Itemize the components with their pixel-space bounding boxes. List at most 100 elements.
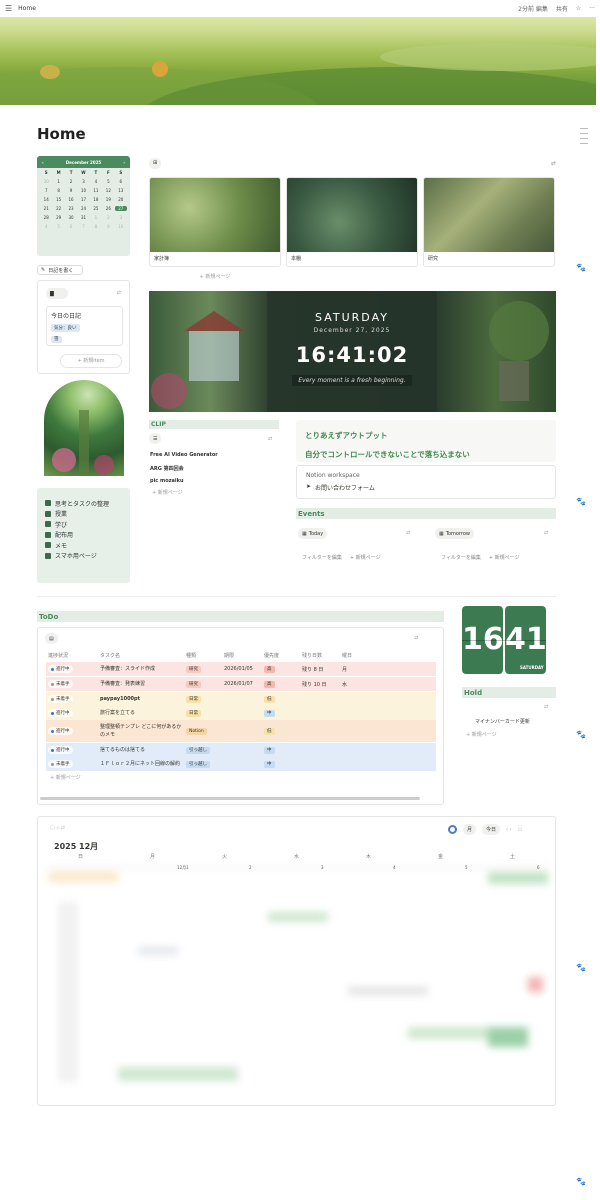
hold-item[interactable]: マイナンバーカード更新: [475, 718, 530, 725]
calendar-day[interactable]: 12: [102, 188, 114, 193]
today-view-tab[interactable]: ▦ Today: [298, 528, 328, 539]
calendar-day[interactable]: 16: [65, 197, 77, 202]
tomorrow-view-tab[interactable]: ▦ Tomorrow: [435, 528, 474, 539]
bot-icon[interactable]: 🐾: [576, 263, 586, 272]
calendar-day[interactable]: 6: [115, 179, 127, 184]
new-page-button[interactable]: + 新規ページ: [149, 273, 281, 280]
calendar-day[interactable]: 3: [115, 215, 127, 220]
new-page-button[interactable]: + 新規ページ: [50, 774, 81, 781]
calendar-day[interactable]: 4: [40, 224, 52, 229]
nav-arrows-icon[interactable]: ‹ ›: [506, 827, 512, 833]
horizontal-scrollbar[interactable]: [40, 797, 420, 800]
edit-filter-button[interactable]: フィルターを編集: [441, 554, 481, 561]
calendar-day[interactable]: 20: [115, 197, 127, 202]
clip-item[interactable]: Free AI Video Generator: [150, 452, 218, 458]
calendar-day[interactable]: 23: [65, 206, 77, 211]
new-page-button[interactable]: + 新規ページ: [152, 489, 183, 496]
calendar-toolbar-icons[interactable]: ▢ ⌕ ⇄: [50, 825, 65, 831]
next-month-icon[interactable]: ›: [123, 160, 125, 165]
calendar-day[interactable]: 4: [90, 179, 102, 184]
day-number[interactable]: 6: [537, 865, 540, 870]
calendar-day[interactable]: 7: [40, 188, 52, 193]
calendar-day[interactable]: 29: [52, 215, 64, 220]
calendar-day[interactable]: 11: [90, 188, 102, 193]
settings-icon[interactable]: ⇄: [414, 635, 418, 641]
calendar-day[interactable]: 9: [102, 224, 114, 229]
bot-icon[interactable]: 🐾: [576, 497, 586, 506]
settings-icon[interactable]: ⇄: [406, 530, 410, 536]
expand-icon[interactable]: ▭: [518, 827, 523, 833]
calendar-day[interactable]: 2: [102, 215, 114, 220]
outline-indicator[interactable]: [580, 128, 588, 148]
calendar-day[interactable]: 18: [90, 197, 102, 202]
calendar-day[interactable]: 24: [77, 206, 89, 211]
calendar-day[interactable]: 22: [52, 206, 64, 211]
gallery-card[interactable]: 研究: [423, 177, 555, 267]
calendar-day[interactable]: 2: [65, 179, 77, 184]
menu-item[interactable]: 配布用: [45, 530, 122, 541]
calendar-day[interactable]: 28: [40, 215, 52, 220]
calendar-day[interactable]: 10: [115, 224, 127, 229]
menu-item[interactable]: 思考とタスクの整理: [45, 498, 122, 509]
menu-item[interactable]: メモ: [45, 540, 122, 551]
doc-icon[interactable]: ▇: [46, 288, 68, 299]
settings-icon[interactable]: ⇄: [268, 436, 272, 442]
day-number[interactable]: 2: [249, 865, 252, 870]
calendar-day[interactable]: 27: [114, 206, 127, 211]
gallery-card[interactable]: 本棚: [286, 177, 418, 267]
table-row[interactable]: 進行中 捨てるものは捨てる 引っ越し 中: [46, 743, 436, 757]
calendar-day[interactable]: 30: [65, 215, 77, 220]
gallery-card[interactable]: 家計簿: [149, 177, 281, 267]
table-row[interactable]: 未着手 予備審査：発表練習 研究 2026/01/07 高 残り 10 日 水: [46, 677, 436, 691]
column-header[interactable]: 種類: [186, 652, 224, 659]
table-row[interactable]: 進行中 整理整頓テンプレ どこに何があるかのメモ Notion 低: [46, 720, 436, 742]
today-button[interactable]: 今日: [482, 824, 501, 835]
table-row[interactable]: 進行中 旅行案を立てる 日常 中: [46, 706, 436, 720]
column-header[interactable]: 期限: [224, 652, 264, 659]
column-header[interactable]: 曜日: [342, 652, 402, 659]
calendar-day[interactable]: 14: [40, 197, 52, 202]
calendar-day[interactable]: 8: [52, 188, 64, 193]
edit-filter-button[interactable]: フィルターを編集: [302, 554, 342, 561]
new-page-button[interactable]: + 新規ページ: [489, 554, 520, 561]
calendar-day[interactable]: 19: [102, 197, 114, 202]
column-header[interactable]: 残り日数: [302, 652, 342, 659]
write-diary-button[interactable]: ✎ 日記を書く: [37, 265, 83, 275]
clip-item[interactable]: ARG 第四回会: [150, 465, 184, 472]
menu-icon[interactable]: ☰: [5, 4, 12, 13]
new-page-button[interactable]: + 新規ページ: [466, 731, 497, 738]
column-header[interactable]: 進捗状況: [46, 652, 98, 659]
day-number[interactable]: 5: [465, 865, 468, 870]
contact-form-link[interactable]: お問い合わせフォーム: [315, 483, 375, 492]
list-view-icon[interactable]: ☰: [149, 433, 162, 444]
new-page-button[interactable]: + 新規ページ: [350, 554, 381, 561]
breadcrumb[interactable]: Home: [18, 5, 36, 12]
table-row[interactable]: 未着手 １Ｆｌｏｒ２月にネット回線の解約 引っ越し 中: [46, 757, 436, 771]
table-row[interactable]: 未着手 paypay1000pt 日常 低: [46, 692, 436, 706]
calendar-day[interactable]: 17: [77, 197, 89, 202]
settings-icon[interactable]: ⇄: [551, 160, 556, 167]
column-header[interactable]: タスク名: [98, 652, 186, 659]
calendar-day[interactable]: 30: [40, 179, 52, 184]
calendar-day[interactable]: 13: [115, 188, 127, 193]
calendar-day[interactable]: 25: [90, 206, 102, 211]
table-row[interactable]: 進行中 予備審査：スライド作成 研究 2026/01/05 高 残り 8 日 月: [46, 662, 436, 676]
day-number[interactable]: 4: [393, 865, 396, 870]
settings-icon[interactable]: ⇄: [544, 704, 548, 710]
settings-icon[interactable]: ⇄: [544, 530, 548, 536]
menu-item[interactable]: 学び: [45, 519, 122, 530]
sync-icon[interactable]: [448, 825, 457, 834]
calendar-day[interactable]: 7: [77, 224, 89, 229]
calendar-day[interactable]: 6: [65, 224, 77, 229]
calendar-day[interactable]: 5: [102, 179, 114, 184]
calendar-day[interactable]: 26: [102, 206, 114, 211]
bot-icon[interactable]: 🐾: [576, 1177, 586, 1186]
calendar-day[interactable]: 3: [77, 179, 89, 184]
calendar-day[interactable]: 1: [52, 179, 64, 184]
column-header[interactable]: 優先度: [264, 652, 302, 659]
notion-bookmark[interactable]: Notion workspace ➤ お問い合わせフォーム: [296, 465, 556, 499]
prev-month-icon[interactable]: ‹: [42, 160, 44, 165]
calendar-day[interactable]: 31: [77, 215, 89, 220]
share-button[interactable]: 共有: [556, 4, 568, 13]
diary-card[interactable]: 今日の日記 気分：良い 雪: [46, 306, 123, 346]
